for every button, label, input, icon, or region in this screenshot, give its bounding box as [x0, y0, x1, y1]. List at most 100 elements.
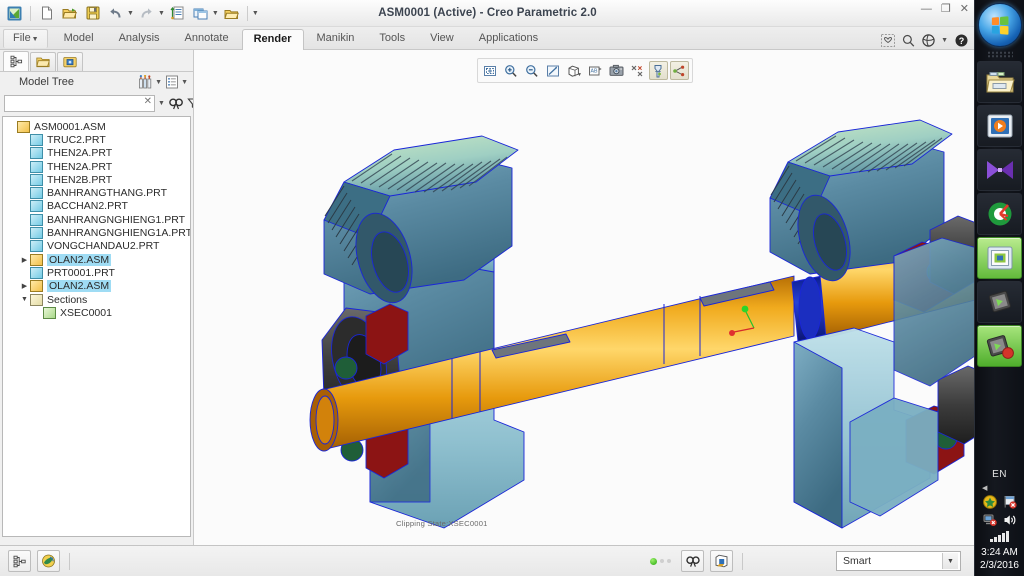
tree-search-icon[interactable]	[169, 97, 183, 110]
tree-expander-icon[interactable]: ▶	[19, 256, 30, 264]
tab-applications[interactable]: Applications	[467, 28, 550, 49]
redo-icon[interactable]	[136, 3, 157, 24]
minimize-button[interactable]: —	[921, 4, 932, 14]
tree-node[interactable]: BANHRANGNGHIENG1A.PRT	[3, 226, 190, 239]
qat-overflow-icon[interactable]: ▼	[252, 10, 259, 17]
recorder-taskbar-icon[interactable]	[977, 193, 1022, 235]
undo-icon[interactable]	[105, 3, 126, 24]
new-icon[interactable]	[36, 3, 57, 24]
display-style-icon[interactable]: ▼	[565, 61, 584, 80]
tree-search-input[interactable]	[4, 95, 155, 112]
tree-node[interactable]: ▼Sections	[3, 293, 190, 306]
tree-node-label: BANHRANGNGHIENG1A.PRT	[47, 227, 191, 239]
tree-node[interactable]: THEN2A.PRT	[3, 147, 190, 160]
tab-view[interactable]: View	[418, 28, 466, 49]
save-icon[interactable]	[82, 3, 103, 24]
tab-model[interactable]: Model	[52, 28, 106, 49]
tree-settings-icon[interactable]	[138, 75, 153, 89]
redo-dropdown-icon[interactable]: ▼	[158, 10, 165, 17]
tree-node[interactable]: THEN2A.PRT	[3, 160, 190, 173]
creo-taskbar-icon[interactable]	[977, 237, 1022, 279]
signal-bars-icon[interactable]	[990, 531, 1009, 542]
tab-annotate[interactable]: Annotate	[173, 28, 241, 49]
search-icon[interactable]	[902, 34, 915, 47]
tree-panel-footer	[0, 537, 193, 545]
undo-dropdown-icon[interactable]: ▼	[127, 10, 134, 17]
graphics-viewport[interactable]: ▼ AB	[193, 50, 975, 545]
model-tree-tab[interactable]	[3, 51, 29, 71]
start-button[interactable]	[978, 3, 1022, 47]
main-body: Model Tree ▼ ▼ ✕	[0, 50, 975, 545]
tab-manikin[interactable]: Manikin	[305, 28, 367, 49]
status-dot-active	[650, 558, 657, 565]
tray-expand-icon[interactable]: ◀	[982, 484, 987, 492]
tree-expander-icon[interactable]: ▼	[19, 296, 30, 303]
part-icon	[30, 267, 43, 279]
selection-search-button[interactable]	[681, 550, 704, 572]
tab-analysis[interactable]: Analysis	[107, 28, 172, 49]
zoom-in-icon[interactable]	[502, 61, 521, 80]
shield-update-icon[interactable]	[983, 495, 997, 509]
tree-node[interactable]: THEN2B.PRT	[3, 173, 190, 186]
recording-app-taskbar-icon[interactable]	[977, 325, 1022, 367]
annotation-display-icon[interactable]	[670, 61, 689, 80]
repaint-icon[interactable]	[544, 61, 563, 80]
tree-node[interactable]: ▶OLAN2.ASM	[3, 253, 190, 266]
tab-tools[interactable]: Tools	[367, 28, 417, 49]
network-alert-icon[interactable]	[983, 513, 997, 527]
tree-expander-icon[interactable]: ▶	[19, 282, 30, 290]
browser-toggle-button[interactable]	[37, 550, 60, 572]
window-icon[interactable]	[190, 3, 211, 24]
model-tree-toggle-button[interactable]	[8, 550, 31, 572]
tree-node[interactable]: BANHRANGTHANG.PRT	[3, 186, 190, 199]
datum-display-icon[interactable]	[628, 61, 647, 80]
taskbar-grip[interactable]	[987, 51, 1013, 58]
saved-orientations-icon[interactable]: AB	[586, 61, 605, 80]
favorites-icon[interactable]	[881, 34, 895, 47]
creo-logo-icon[interactable]	[4, 3, 25, 24]
open-icon[interactable]	[59, 3, 80, 24]
tree-display-dropdown-icon[interactable]: ▼	[181, 79, 188, 86]
volume-icon[interactable]	[1003, 513, 1017, 527]
folder-browser-tab[interactable]	[30, 52, 56, 71]
tree-node[interactable]: TRUC2.PRT	[3, 133, 190, 146]
selection-box-button[interactable]	[710, 550, 733, 572]
tab-file[interactable]: File ▼	[3, 29, 48, 48]
tree-settings-dropdown-icon[interactable]: ▼	[155, 79, 162, 86]
favorites-tab[interactable]	[57, 52, 83, 71]
capture-app-taskbar-icon[interactable]	[977, 281, 1022, 323]
explorer-taskbar-icon[interactable]	[977, 61, 1022, 103]
tree-node[interactable]: ▶OLAN2.ASM	[3, 280, 190, 293]
media-player-taskbar-icon[interactable]	[977, 105, 1022, 147]
bowtie-app-taskbar-icon[interactable]	[977, 149, 1022, 191]
tree-display-icon[interactable]	[165, 75, 179, 89]
refit-icon[interactable]	[481, 61, 500, 80]
close-window-icon[interactable]	[221, 3, 242, 24]
help-dropdown-icon[interactable]: ▼	[941, 37, 948, 44]
tree-node[interactable]: BACCHAN2.PRT	[3, 200, 190, 213]
tab-render[interactable]: Render	[242, 29, 304, 50]
clock[interactable]: 3:24 AM 2/3/2016	[980, 547, 1019, 572]
clip-section-icon[interactable]	[649, 61, 668, 80]
flag-alert-icon[interactable]	[1003, 495, 1017, 509]
view-manager-icon[interactable]	[607, 61, 626, 80]
help-icon[interactable]: ?	[955, 34, 968, 47]
zoom-out-icon[interactable]	[523, 61, 542, 80]
tree-node[interactable]: VONGCHANDAU2.PRT	[3, 240, 190, 253]
model-tree-list[interactable]: ASM0001.ASMTRUC2.PRTTHEN2A.PRTTHEN2A.PRT…	[2, 116, 191, 537]
tree-node-label: THEN2A.PRT	[47, 147, 112, 159]
restore-button[interactable]: ❐	[941, 4, 951, 14]
close-button[interactable]: ✕	[960, 4, 969, 14]
help-globe-icon[interactable]	[922, 34, 935, 47]
clear-icon[interactable]: ✕	[144, 96, 152, 107]
window-dropdown-icon[interactable]: ▼	[212, 10, 219, 17]
selection-filter-dropdown[interactable]: Smart ▼	[836, 551, 961, 571]
tree-node[interactable]: XSEC0001	[3, 306, 190, 319]
regenerate-icon[interactable]	[167, 3, 188, 24]
tree-filter-dropdown-icon[interactable]: ▼	[158, 100, 165, 107]
tree-node[interactable]: BANHRANGNGHIENG1.PRT	[3, 213, 190, 226]
tree-node[interactable]: PRT0001.PRT	[3, 266, 190, 279]
tree-node[interactable]: ASM0001.ASM	[3, 120, 190, 133]
chevron-down-icon[interactable]: ▼	[942, 553, 958, 569]
language-indicator[interactable]: EN	[992, 469, 1007, 480]
